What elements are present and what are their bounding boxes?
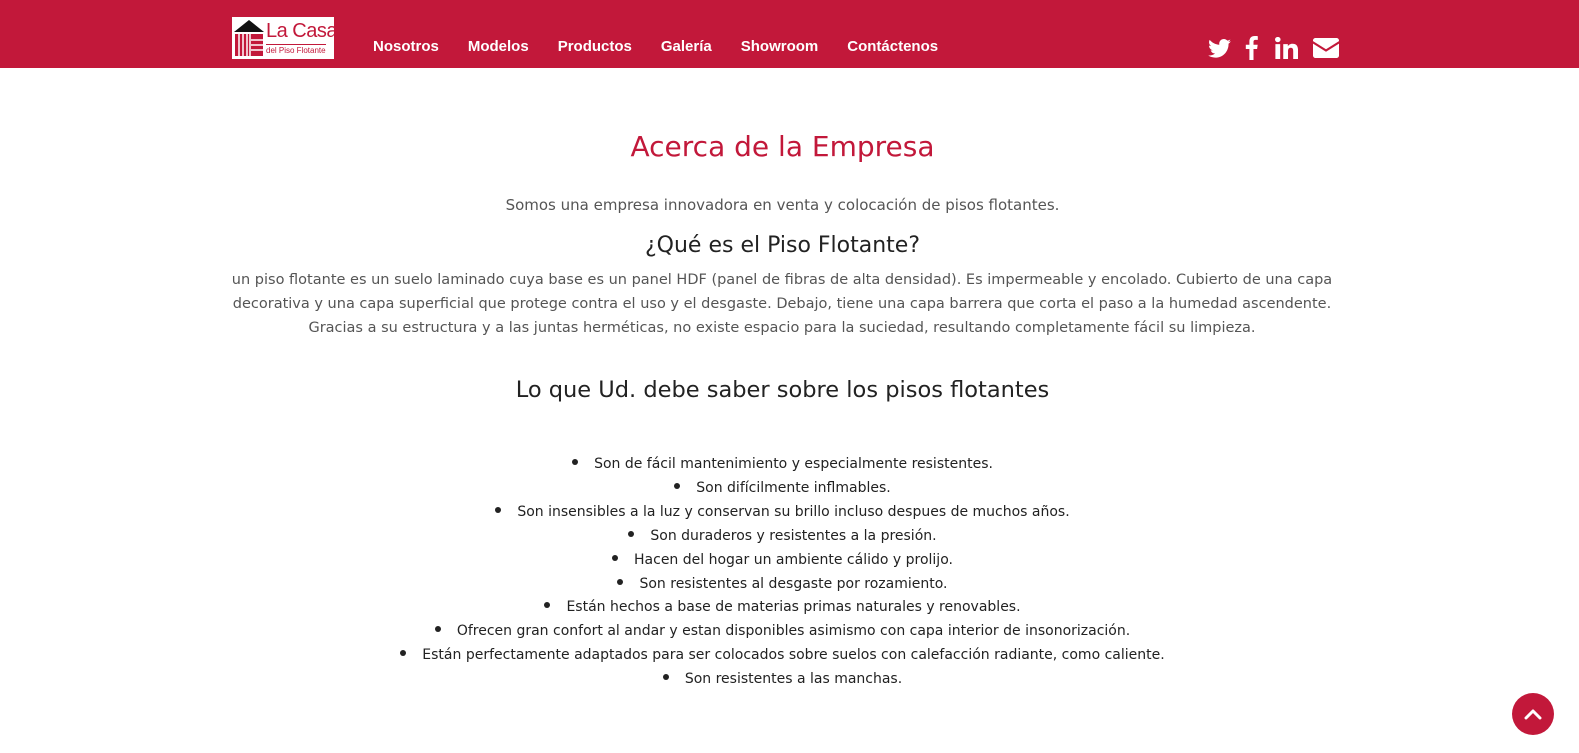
nav-link-modelos[interactable]: Modelos — [468, 37, 529, 57]
list-item: Hacen del hogar un ambiente cálido y pro… — [0, 549, 1565, 573]
fact-text: Son duraderos y resistentes a la presión… — [650, 527, 937, 544]
bullet-icon — [662, 674, 669, 681]
list-item: Son insensibles a la luz y conservan su … — [0, 501, 1565, 525]
nav-link-nosotros[interactable]: Nosotros — [373, 37, 439, 57]
fact-text: Son de fácil mantenimiento y especialmen… — [594, 456, 993, 472]
list-item: Son de fácil mantenimiento y especialmen… — [0, 453, 1565, 477]
chevron-up-icon — [1524, 709, 1542, 720]
linkedin-icon[interactable] — [1275, 37, 1298, 59]
fact-text: Están hechos a base de materias primas n… — [566, 599, 1021, 616]
nav-link-productos[interactable]: Productos — [558, 37, 632, 57]
nav-link-galeria[interactable]: Galería — [661, 37, 712, 57]
logo-title: La Casa — [266, 20, 334, 42]
definition-paragraph: un piso flotante es un suelo laminado cu… — [231, 272, 1333, 336]
twitter-icon[interactable] — [1208, 38, 1231, 58]
fact-text: Hacen del hogar un ambiente cálido y pro… — [634, 551, 953, 568]
list-item: Están perfectamente adaptados para ser c… — [0, 644, 1565, 668]
bullet-icon — [495, 506, 502, 513]
bullet-icon — [434, 626, 441, 633]
list-item: Ofrecen gran confort al andar y estan di… — [0, 620, 1565, 644]
about-title: Acerca de la Empresa — [630, 130, 935, 163]
facts-title: Lo que Ud. debe saber sobre los pisos fl… — [515, 377, 1050, 403]
logo-subtitle: del Piso Flotante — [266, 44, 326, 55]
bullet-icon — [617, 578, 624, 585]
house-logo-icon — [234, 20, 264, 56]
nav-link-showroom[interactable]: Showroom — [741, 37, 819, 57]
bullet-icon — [628, 530, 635, 537]
about-intro: Somos una empresa innovadora en venta y … — [505, 196, 1060, 214]
bullet-icon — [544, 602, 551, 609]
fact-text: Son insensibles a la luz y conservan su … — [517, 503, 1070, 520]
envelope-icon[interactable] — [1313, 38, 1339, 58]
fact-text: Están perfectamente adaptados para ser c… — [422, 647, 1165, 664]
fact-text: Son resistentes al desgaste por rozamien… — [639, 575, 948, 592]
site-logo[interactable]: La Casa del Piso Flotante — [232, 17, 334, 59]
social-links — [1208, 35, 1339, 61]
what-is-title: ¿Qué es el Piso Flotante? — [644, 233, 921, 258]
list-item: Son duraderos y resistentes a la presión… — [0, 525, 1565, 549]
facts-list: Son de fácil mantenimiento y especialmen… — [0, 453, 1565, 692]
bullet-icon — [674, 482, 681, 489]
fact-text: Ofrecen gran confort al andar y estan di… — [456, 623, 1131, 640]
list-item: Son difícilmente inflmables. — [0, 477, 1565, 501]
list-item: Son resistentes a las manchas. — [0, 668, 1565, 692]
fact-text: Son resistentes a las manchas. — [684, 671, 903, 688]
list-item: Están hechos a base de materias primas n… — [0, 596, 1565, 620]
list-item: Son resistentes al desgaste por rozamien… — [0, 573, 1565, 597]
main-nav: Nosotros Modelos Productos Galería Showr… — [373, 37, 967, 57]
scroll-to-top-button[interactable] — [1512, 693, 1554, 735]
bullet-icon — [612, 554, 619, 561]
nav-link-contactenos[interactable]: Contáctenos — [847, 37, 938, 57]
facebook-icon[interactable] — [1245, 36, 1258, 60]
bullet-icon — [400, 650, 407, 657]
bullet-icon — [572, 459, 579, 465]
top-navbar: La Casa del Piso Flotante Nosotros Model… — [0, 0, 1579, 68]
fact-text: Son difícilmente inflmables. — [696, 479, 891, 496]
